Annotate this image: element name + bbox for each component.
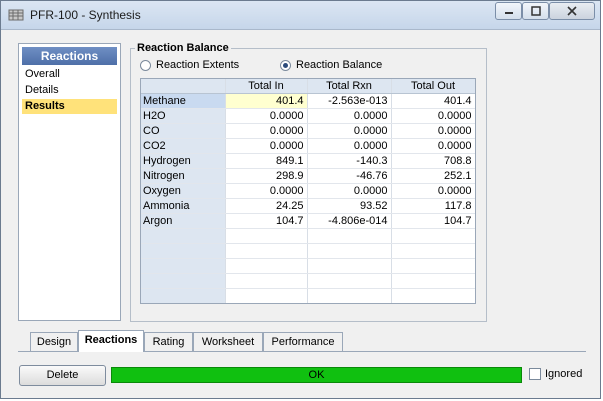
table-row[interactable]: Hydrogen 849.1 -140.3 708.8 <box>141 153 475 169</box>
radio-label-extents: Reaction Extents <box>156 59 240 71</box>
tab-design[interactable]: Design <box>30 332 78 351</box>
row-header[interactable]: CO <box>141 123 226 139</box>
cell-total-rxn[interactable]: 0.0000 <box>307 183 392 199</box>
table-row[interactable]: Methane 401.4 -2.563e-013 401.4 <box>141 93 475 109</box>
radio-on-icon <box>280 60 291 71</box>
status-bar: OK <box>111 367 522 383</box>
table-header-row: Total In Total Rxn Total Out <box>141 79 475 94</box>
row-header[interactable]: Nitrogen <box>141 168 226 184</box>
cell-total-in[interactable]: 401.4 <box>225 93 308 109</box>
row-header[interactable]: H2O <box>141 108 226 124</box>
cell-total-out[interactable]: 0.0000 <box>391 183 475 199</box>
cell-total-out[interactable]: 104.7 <box>391 213 475 229</box>
cell-total-rxn[interactable]: -46.76 <box>307 168 392 184</box>
tab-rating[interactable]: Rating <box>144 332 193 351</box>
cell-total-in[interactable]: 0.0000 <box>225 183 308 199</box>
property-window: PFR-100 - Synthesis Reactions Overall De… <box>0 0 601 399</box>
cell-total-in[interactable]: 849.1 <box>225 153 308 169</box>
cell-total-rxn[interactable]: 0.0000 <box>307 108 392 124</box>
delete-button[interactable]: Delete <box>19 365 106 386</box>
table-row[interactable]: H2O 0.0000 0.0000 0.0000 <box>141 108 475 124</box>
sidebar-header: Reactions <box>22 47 117 65</box>
cell-total-in[interactable]: 0.0000 <box>225 138 308 154</box>
empty-row <box>141 288 475 303</box>
close-button[interactable] <box>549 2 595 20</box>
cell-total-rxn[interactable]: 0.0000 <box>307 123 392 139</box>
balance-table[interactable]: Total In Total Rxn Total Out Methane 401… <box>140 78 476 304</box>
empty-row <box>141 243 475 259</box>
cell-total-out[interactable]: 252.1 <box>391 168 475 184</box>
row-header[interactable]: Methane <box>141 93 226 109</box>
empty-row <box>141 228 475 244</box>
sidebar-item-results[interactable]: Results <box>22 99 117 114</box>
row-header[interactable]: Argon <box>141 213 226 229</box>
cell-total-rxn[interactable]: 93.52 <box>307 198 392 214</box>
cell-total-in[interactable]: 0.0000 <box>225 123 308 139</box>
tab-reactions[interactable]: Reactions <box>78 330 144 352</box>
cell-total-in[interactable]: 24.25 <box>225 198 308 214</box>
cell-total-out[interactable]: 0.0000 <box>391 108 475 124</box>
group-title: Reaction Balance <box>135 42 231 54</box>
empty-row <box>141 258 475 274</box>
cell-total-out[interactable]: 708.8 <box>391 153 475 169</box>
cell-total-in[interactable]: 104.7 <box>225 213 308 229</box>
table-row[interactable]: Nitrogen 298.9 -46.76 252.1 <box>141 168 475 184</box>
cell-total-rxn[interactable]: -4.806e-014 <box>307 213 392 229</box>
page-nav-sidebar: Reactions Overall Details Results <box>18 43 121 321</box>
row-header[interactable]: Oxygen <box>141 183 226 199</box>
column-header-corner <box>141 79 226 94</box>
table-row[interactable]: Ammonia 24.25 93.52 117.8 <box>141 198 475 214</box>
grid-app-icon <box>8 8 24 22</box>
column-header-total-out: Total Out <box>391 79 475 94</box>
table-row[interactable]: Oxygen 0.0000 0.0000 0.0000 <box>141 183 475 199</box>
table-row[interactable]: Argon 104.7 -4.806e-014 104.7 <box>141 213 475 229</box>
cell-total-rxn[interactable]: 0.0000 <box>307 138 392 154</box>
cell-total-rxn[interactable]: -2.563e-013 <box>307 93 392 109</box>
tab-worksheet[interactable]: Worksheet <box>193 332 263 351</box>
radio-off-icon <box>140 60 151 71</box>
sidebar-item-details[interactable]: Details <box>22 83 117 98</box>
table-row[interactable]: CO2 0.0000 0.0000 0.0000 <box>141 138 475 154</box>
ignored-label: Ignored <box>545 368 583 380</box>
cell-total-rxn[interactable]: -140.3 <box>307 153 392 169</box>
column-header-total-rxn: Total Rxn <box>307 79 392 94</box>
row-header[interactable]: Ammonia <box>141 198 226 214</box>
cell-total-in[interactable]: 0.0000 <box>225 108 308 124</box>
cell-total-in[interactable]: 298.9 <box>225 168 308 184</box>
sidebar-item-overall[interactable]: Overall <box>22 67 117 82</box>
cell-total-out[interactable]: 117.8 <box>391 198 475 214</box>
minimize-button[interactable] <box>495 2 522 20</box>
ignored-checkbox[interactable] <box>529 368 541 380</box>
cell-total-out[interactable]: 0.0000 <box>391 123 475 139</box>
cell-total-out[interactable]: 401.4 <box>391 93 475 109</box>
maximize-button[interactable] <box>522 2 549 20</box>
tab-performance[interactable]: Performance <box>263 332 343 351</box>
empty-row <box>141 273 475 289</box>
minimize-icon <box>504 12 513 14</box>
row-header[interactable]: Hydrogen <box>141 153 226 169</box>
cell-total-out[interactable]: 0.0000 <box>391 138 475 154</box>
column-header-total-in: Total In <box>225 79 308 94</box>
window-title: PFR-100 - Synthesis <box>30 8 141 22</box>
maximize-icon <box>530 6 541 16</box>
title-bar[interactable]: PFR-100 - Synthesis <box>1 1 600 30</box>
close-icon <box>567 6 577 16</box>
row-header[interactable]: CO2 <box>141 138 226 154</box>
radio-label-balance: Reaction Balance <box>296 59 383 71</box>
table-row[interactable]: CO 0.0000 0.0000 0.0000 <box>141 123 475 139</box>
